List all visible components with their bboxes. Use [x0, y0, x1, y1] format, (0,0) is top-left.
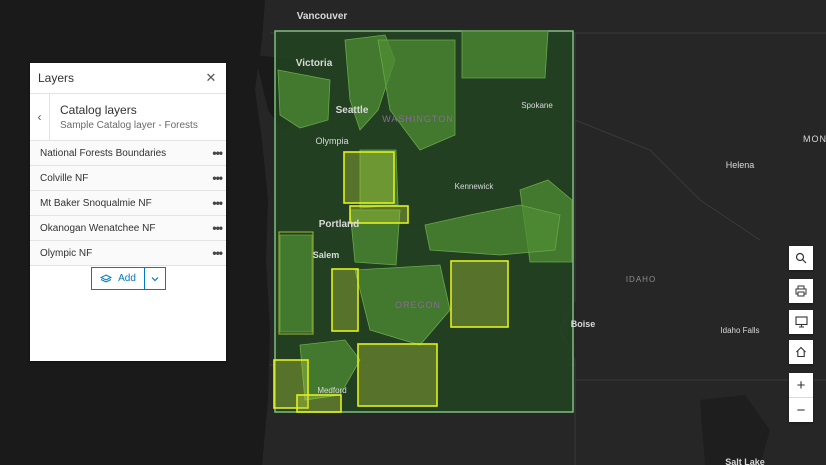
- home-button[interactable]: [789, 340, 813, 364]
- label-montana: MON: [803, 134, 826, 144]
- list-item[interactable]: Okanogan Wenatchee NF •••: [30, 216, 226, 241]
- more-options-icon[interactable]: •••: [212, 146, 223, 160]
- label-spokane: Spokane: [521, 101, 553, 110]
- layers-panel: Layers ✕ ‹ Catalog layers Sample Catalog…: [30, 63, 226, 361]
- panel-title: Layers: [38, 71, 75, 85]
- catalog-header: ‹ Catalog layers Sample Catalog layer - …: [30, 94, 226, 141]
- close-icon[interactable]: ✕: [204, 70, 218, 86]
- label-helena: Helena: [726, 160, 755, 170]
- add-dropdown-button[interactable]: [145, 267, 166, 290]
- label-seattle: Seattle: [336, 105, 369, 116]
- chevron-left-icon[interactable]: ‹: [30, 94, 50, 140]
- chevron-down-icon: [151, 276, 159, 281]
- label-boise: Boise: [571, 319, 596, 329]
- label-oregon: OREGON: [395, 300, 441, 310]
- layers-icon: [100, 273, 113, 283]
- panel-header: Layers ✕: [30, 63, 226, 94]
- label-victoria: Victoria: [296, 58, 333, 69]
- label-salt-lake: Salt Lake: [725, 457, 765, 465]
- add-layer-button[interactable]: Add: [91, 267, 145, 290]
- highlight-willamette: [331, 268, 359, 332]
- zoom-out-button[interactable]: −: [789, 398, 813, 422]
- layer-name: Mt Baker Snoqualmie NF: [40, 197, 152, 209]
- more-options-icon[interactable]: •••: [212, 171, 223, 185]
- print-icon: [795, 285, 807, 297]
- catalog-subtitle: Sample Catalog layer - Forests: [60, 120, 198, 131]
- layer-name: Olympic NF: [40, 247, 93, 259]
- list-item[interactable]: Mt Baker Snoqualmie NF •••: [30, 191, 226, 216]
- more-options-icon[interactable]: •••: [212, 196, 223, 210]
- print-button[interactable]: [789, 279, 813, 303]
- highlight-mt-baker-snoqualmie: [343, 151, 395, 204]
- list-item[interactable]: Colville NF •••: [30, 166, 226, 191]
- list-item[interactable]: National Forests Boundaries •••: [30, 141, 226, 166]
- catalog-title: Catalog layers: [60, 103, 137, 117]
- add-control: Add: [91, 267, 166, 290]
- more-options-icon[interactable]: •••: [212, 246, 223, 260]
- search-icon: [795, 252, 807, 264]
- label-washington: WASHINGTON: [382, 114, 454, 124]
- highlight-rogue-river: [296, 394, 342, 413]
- label-vancouver: Vancouver: [297, 11, 348, 22]
- layer-name: Colville NF: [40, 172, 89, 184]
- layer-list: National Forests Boundaries ••• Colville…: [30, 141, 226, 266]
- monitor-icon: [794, 316, 808, 328]
- label-idaho: IDAHO: [626, 275, 656, 284]
- highlight-umatilla: [450, 260, 509, 328]
- label-olympia: Olympia: [315, 136, 348, 146]
- search-button[interactable]: [789, 246, 813, 270]
- list-item[interactable]: Olympic NF •••: [30, 241, 226, 266]
- add-label: Add: [118, 273, 136, 284]
- layer-name: National Forests Boundaries: [40, 147, 167, 159]
- label-salem: Salem: [313, 250, 340, 260]
- highlight-fremont: [357, 343, 438, 407]
- label-medford: Medford: [317, 386, 346, 395]
- fullscreen-button[interactable]: [789, 310, 813, 334]
- label-idaho-falls: Idaho Falls: [720, 326, 759, 335]
- more-options-icon[interactable]: •••: [212, 221, 223, 235]
- label-portland: Portland: [319, 219, 360, 230]
- label-kennewick: Kennewick: [455, 182, 495, 191]
- home-icon: [796, 346, 806, 358]
- layer-name: Okanogan Wenatchee NF: [40, 222, 156, 234]
- zoom-in-button[interactable]: +: [789, 373, 813, 397]
